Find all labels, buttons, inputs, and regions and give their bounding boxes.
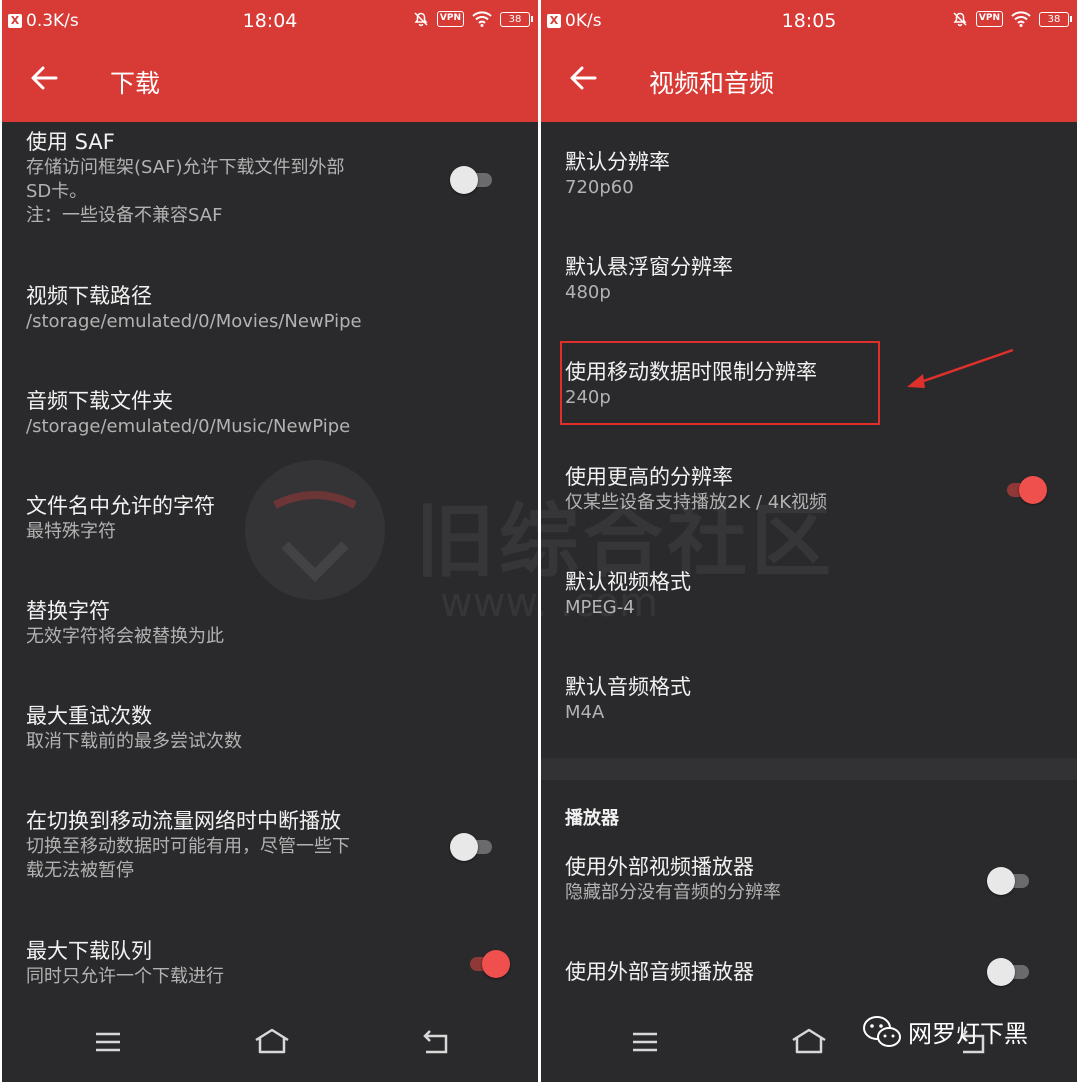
toggle-thumb [482,950,510,978]
annotation-arrow-icon [907,348,1014,388]
pref-pause-on-mobile-data[interactable]: 在切换到移动流量网络时中断播放 切换至移动数据时可能有用，尽管一些下 载无法被暂… [26,807,514,883]
pref-summary: 同时只允许一个下载进行 [26,966,224,987]
back-arrow-icon[interactable] [567,60,599,96]
pref-title: 使用外部音频播放器 [565,960,754,984]
pref-summary: /storage/emulated/0/Music/NewPipe [26,416,351,437]
page-title: 下载 [110,69,161,98]
battery-icon: 38 [1039,11,1072,27]
credit: 网罗灯下黑 [862,1014,1028,1049]
pref-default-resolution[interactable]: 默认分辨率 720p60 [565,148,1053,200]
higher-resolution-toggle[interactable] [1001,474,1047,504]
pref-summary: 480p [565,282,611,303]
pref-summary: 720p60 [565,177,634,198]
pref-default-popup-resolution[interactable]: 默认悬浮窗分辨率 480p [565,253,1053,305]
toggle-thumb [450,166,478,194]
pause-on-mobile-data-toggle[interactable] [450,831,496,861]
pref-title: 音频下载文件夹 [26,389,173,413]
pref-title: 替换字符 [26,599,110,623]
app-bar: 视频和音频 [541,42,1077,122]
mute-icon [414,12,428,27]
pref-title: 在切换到移动流量网络时中断播放 [26,809,341,833]
back-arrow-icon[interactable] [28,60,60,96]
category-title-player: 播放器 [565,808,619,829]
category-divider [541,758,1077,780]
pref-allowed-filename-chars[interactable]: 文件名中允许的字符 最特殊字符 [26,492,514,544]
pref-summary: 最特殊字符 [26,521,116,542]
pref-title: 默认视频格式 [565,570,691,594]
pref-external-audio-player[interactable]: 使用外部音频播放器 [565,958,1053,986]
status-bar: X 0K/s 18:05 VPN 38 [541,0,1077,42]
toggle-thumb [450,833,478,861]
mute-icon [953,12,967,27]
use-saf-toggle[interactable] [450,164,496,194]
pref-summary: /storage/emulated/0/Movies/NewPipe [26,311,362,332]
pref-title: 使用外部视频播放器 [565,855,754,879]
pref-summary: 存储访问框架(SAF)允许下载文件到外部 [26,157,345,178]
vpn-icon: VPN [975,11,1003,27]
pref-summary: M4A [565,702,605,723]
pref-default-audio-format[interactable]: 默认音频格式 M4A [565,673,1053,725]
pref-summary: 切换至移动数据时可能有用，尽管一些下 [26,836,350,857]
status-right: VPN 38 [952,11,1072,27]
settings-list: 默认分辨率 720p60 默认悬浮窗分辨率 480p 使用移动数据时限制分辨率 … [541,122,1077,1082]
wifi-icon [472,11,492,27]
pref-title: 文件名中允许的字符 [26,494,215,518]
toggle-thumb [987,958,1015,986]
pref-summary: 无效字符将会被替换为此 [26,626,224,647]
vpn-icon: VPN [436,11,464,27]
nav-bar [2,1004,538,1082]
menu-icon[interactable] [88,1024,128,1060]
pref-summary: 仅某些设备支持播放2K / 4K视频 [565,492,828,513]
pref-title: 使用更高的分辨率 [565,465,733,489]
credit-text: 网罗灯下黑 [908,1020,1028,1048]
pref-summary: MPEG-4 [565,597,635,618]
pref-title: 最大下载队列 [26,939,152,963]
pref-title: 默认悬浮窗分辨率 [565,255,733,279]
left-screen: X 0.3K/s 18:04 VPN 38 下载 使用 SAF 存储访问框架(S… [2,0,538,1082]
right-screen: X 0K/s 18:05 VPN 38 视频和音频 默认分辨率 720p60 默… [541,0,1077,1082]
wifi-icon [1011,11,1031,27]
annotation-highlight-box [560,341,880,425]
pref-title: 默认音频格式 [565,675,691,699]
settings-list: 使用 SAF 存储访问框架(SAF)允许下载文件到外部 SD卡。 注：一些设备不… [2,122,538,1082]
menu-icon[interactable] [625,1024,665,1060]
status-bar: X 0.3K/s 18:04 VPN 38 [2,0,538,42]
pref-summary: SD卡。 [26,181,88,202]
wechat-icon [863,1015,901,1047]
pref-use-saf[interactable]: 使用 SAF 存储访问框架(SAF)允许下载文件到外部 SD卡。 注：一些设备不… [26,128,514,228]
pref-replacement-char[interactable]: 替换字符 无效字符将会被替换为此 [26,597,514,649]
pref-title: 使用 SAF [26,130,115,154]
pref-video-download-path[interactable]: 视频下载路径 /storage/emulated/0/Movies/NewPip… [26,282,514,334]
return-icon[interactable] [416,1024,456,1060]
toggle-thumb [987,867,1015,895]
home-icon[interactable] [789,1024,829,1060]
pref-higher-resolution[interactable]: 使用更高的分辨率 仅某些设备支持播放2K / 4K视频 [565,463,1053,515]
pref-max-retries[interactable]: 最大重试次数 取消下载前的最多尝试次数 [26,702,514,754]
battery-icon: 38 [500,11,533,27]
pref-title: 视频下载路径 [26,284,152,308]
app-bar: 下载 [2,42,538,122]
pref-title: 默认分辨率 [565,150,670,174]
pref-title: 最大重试次数 [26,704,152,728]
page-title: 视频和音频 [649,69,775,98]
status-right: VPN 38 [413,11,533,27]
pref-default-video-format[interactable]: 默认视频格式 MPEG-4 [565,568,1053,620]
home-icon[interactable] [252,1024,292,1060]
max-download-queue-toggle[interactable] [464,948,510,978]
pref-audio-download-folder[interactable]: 音频下载文件夹 /storage/emulated/0/Music/NewPip… [26,387,514,439]
external-video-player-toggle[interactable] [987,865,1033,895]
pref-summary: 取消下载前的最多尝试次数 [26,731,242,752]
pref-max-download-queue[interactable]: 最大下载队列 同时只允许一个下载进行 [26,937,514,989]
pref-summary: 载无法被暂停 [26,860,134,881]
pref-summary: 注：一些设备不兼容SAF [26,205,223,226]
pref-summary: 隐藏部分没有音频的分辨率 [565,882,781,903]
pref-external-video-player[interactable]: 使用外部视频播放器 隐藏部分没有音频的分辨率 [565,853,1053,905]
external-audio-player-toggle[interactable] [987,956,1033,986]
toggle-thumb [1019,476,1047,504]
